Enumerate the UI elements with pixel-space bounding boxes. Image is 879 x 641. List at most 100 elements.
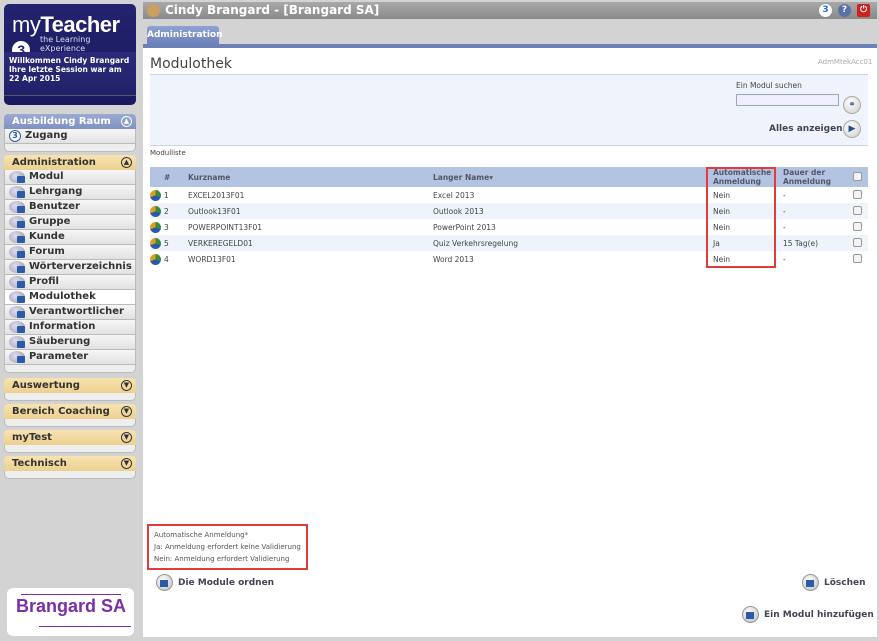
cell-dauer: - — [783, 190, 786, 200]
sidebar-item-forum[interactable]: Forum — [4, 245, 136, 260]
legend-box: Automatische Anmeldung* Ja: Anmeldung er… — [147, 524, 308, 570]
title-bar: Cindy Brangard - [Brangard SA] 3 ? ⏻ — [143, 2, 877, 19]
module-icon — [150, 205, 161, 217]
cell-langer-name[interactable]: Quiz Verkehrsregelung — [433, 235, 705, 251]
sidebar-item-profil[interactable]: Profil — [4, 275, 136, 290]
cell-langer-name[interactable]: Word 2013 — [433, 251, 705, 267]
tagline: the Learning eXperience — [40, 35, 91, 53]
mt3-icon[interactable]: 3 — [819, 4, 832, 17]
section-header-ausbildung-raum[interactable]: Ausbildung Raum ▲ — [4, 114, 136, 129]
search-label: Ein Modul suchen — [736, 81, 802, 90]
search-binoculars-icon[interactable]: ⚭ — [843, 96, 861, 114]
module-icon — [150, 221, 161, 233]
add-module-button[interactable]: Ein Modul hinzufügen — [742, 606, 874, 623]
play-icon[interactable]: ▶ — [843, 120, 861, 138]
page-code: AdmMtekAcc01 — [818, 58, 873, 66]
order-icon — [156, 574, 173, 591]
module-icon — [150, 253, 161, 265]
cell-number: 5 — [164, 235, 188, 251]
cell-langer-name[interactable]: PowerPoint 2013 — [433, 219, 705, 235]
module-icon — [150, 189, 161, 201]
company-logo: Brangard SA — [7, 588, 134, 636]
sidebar-item-label: Gruppe — [29, 216, 71, 227]
section-bereich-coaching: Bereich Coaching ▼ — [4, 404, 136, 427]
sidebar-item-label: Parameter — [29, 351, 89, 362]
delete-button[interactable]: Löschen — [802, 574, 866, 591]
sidebar-item-label: Information — [29, 321, 96, 332]
page-title: Modulothek — [150, 56, 232, 72]
show-all-link[interactable]: Alles anzeigen — [769, 124, 843, 134]
cell-langer-name[interactable]: Excel 2013 — [433, 187, 705, 203]
glossary-icon — [9, 261, 25, 273]
section-header-bereich-coaching[interactable]: Bereich Coaching ▼ — [4, 404, 136, 419]
col-number[interactable]: # — [164, 167, 188, 187]
sidebar-item-kunde[interactable]: Kunde — [4, 230, 136, 245]
search-input[interactable] — [736, 94, 839, 106]
cell-dauer: - — [783, 254, 786, 264]
section-header-administration[interactable]: Administration ▲ — [4, 155, 136, 170]
select-all-checkbox[interactable] — [853, 171, 862, 181]
cell-kurzname[interactable]: Outlook13F01 — [188, 203, 433, 219]
delete-icon — [802, 574, 819, 591]
sidebar-item-säuberung[interactable]: Säuberung — [4, 335, 136, 350]
tab-administration[interactable]: Administration — [147, 26, 223, 45]
parameter-icon — [9, 351, 25, 363]
col-langer-name[interactable]: Langer Name▾ — [433, 167, 705, 187]
cell-kurzname[interactable]: POWERPOINT13F01 — [188, 219, 433, 235]
cell-dauer: - — [783, 222, 786, 232]
section-header-auswertung[interactable]: Auswertung ▼ — [4, 378, 136, 393]
row-checkbox[interactable] — [853, 221, 862, 231]
sidebar-item-lehrgang[interactable]: Lehrgang — [4, 185, 136, 200]
section-header-mytest[interactable]: myTest ▼ — [4, 430, 136, 445]
modulothek-icon — [9, 291, 25, 303]
sidebar-item-label: Kunde — [29, 231, 65, 242]
cell-kurzname[interactable]: EXCEL2013F01 — [188, 187, 433, 203]
legend-nein: Nein: Anmeldung erfordert Validierung — [154, 555, 290, 563]
highlight-box-auto-anmeldung — [706, 167, 776, 268]
forum-icon — [9, 246, 25, 258]
sidebar-item-gruppe[interactable]: Gruppe — [4, 215, 136, 230]
sidebar-item-label: Benutzer — [29, 201, 80, 212]
sidebar-item-information[interactable]: Information — [4, 320, 136, 335]
row-checkbox[interactable] — [853, 253, 862, 263]
section-technisch: Technisch ▼ — [4, 456, 136, 479]
chevron-down-icon[interactable]: ▼ — [121, 406, 132, 417]
chevron-down-icon[interactable]: ▼ — [121, 432, 132, 443]
sidebar-item-wörterverzeichnis[interactable]: Wörterverzeichnis — [4, 260, 136, 275]
cell-kurzname[interactable]: VERKEREGELD01 — [188, 235, 433, 251]
cell-number: 4 — [164, 254, 169, 264]
cell-number: 3 — [164, 222, 169, 232]
help-icon[interactable]: ? — [838, 4, 851, 17]
cell-langer-name[interactable]: Outlook 2013 — [433, 203, 705, 219]
legend-title: Automatische Anmeldung* — [154, 531, 249, 539]
row-checkbox[interactable] — [853, 189, 862, 199]
info-icon — [9, 321, 25, 333]
sidebar-item-modulothek[interactable]: Modulothek — [4, 290, 136, 305]
sidebar-item-label: Wörterverzeichnis — [29, 261, 132, 272]
sidebar-item-zugang[interactable]: 3 Zugang — [4, 129, 136, 144]
mt3-logo: myTeacher3 the Learning eXperience Willk… — [4, 4, 136, 105]
sidebar-item-parameter[interactable]: Parameter — [4, 350, 136, 365]
sort-desc-icon: ▾ — [489, 172, 493, 182]
sidebar-item-modul[interactable]: Modul — [4, 170, 136, 185]
power-icon[interactable]: ⏻ — [857, 4, 870, 17]
sidebar-item-verantwortlicher[interactable]: Verantwortlicher — [4, 305, 136, 320]
chevron-down-icon[interactable]: ▼ — [121, 458, 132, 469]
add-icon — [742, 606, 759, 623]
col-dauer[interactable]: Dauer der Anmeldung — [777, 167, 847, 187]
chevron-up-icon[interactable]: ▲ — [121, 116, 132, 127]
order-modules-button[interactable]: Die Module ordnen — [156, 574, 274, 591]
gruppe-icon — [9, 216, 25, 228]
row-checkbox[interactable] — [853, 237, 862, 247]
sidebar-item-label: Forum — [29, 246, 65, 257]
sidebar-item-label: Profil — [29, 276, 59, 287]
sidebar-item-label: Lehrgang — [29, 186, 83, 197]
col-kurzname[interactable]: Kurzname — [188, 167, 433, 187]
section-header-technisch[interactable]: Technisch ▼ — [4, 456, 136, 471]
sidebar-item-benutzer[interactable]: Benutzer — [4, 200, 136, 215]
row-checkbox[interactable] — [853, 205, 862, 215]
chevron-down-icon[interactable]: ▼ — [121, 380, 132, 391]
chevron-up-icon[interactable]: ▲ — [121, 157, 132, 168]
cell-kurzname[interactable]: WORD13F01 — [188, 251, 433, 267]
list-label: Modulliste — [150, 149, 186, 157]
